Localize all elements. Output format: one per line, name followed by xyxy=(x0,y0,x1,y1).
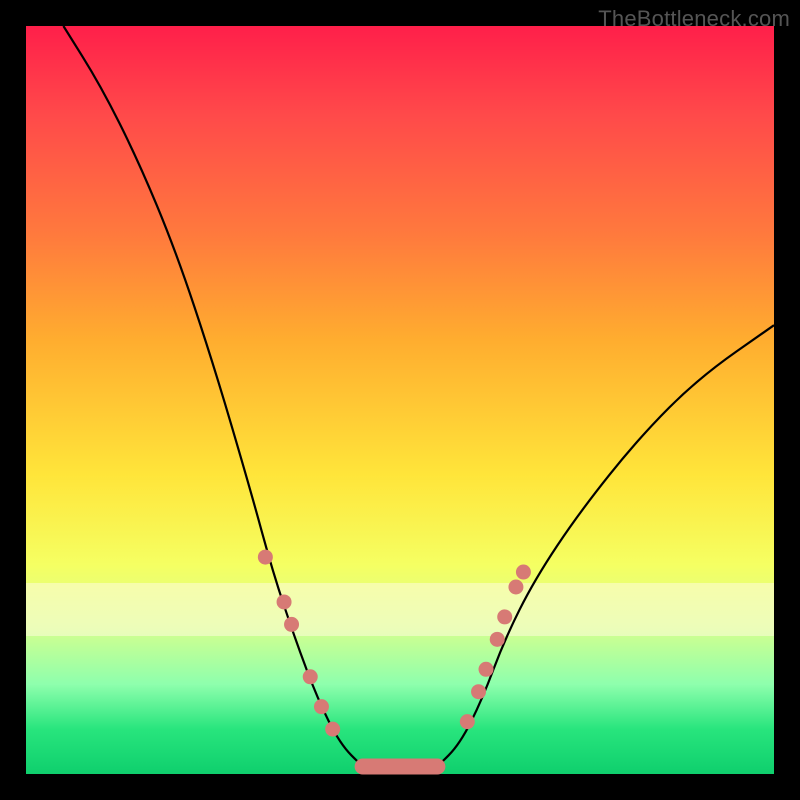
dots-right xyxy=(460,565,531,730)
right-curve xyxy=(437,325,774,766)
chart-frame: TheBottleneck.com xyxy=(0,0,800,800)
data-dot xyxy=(325,722,340,737)
data-dot xyxy=(284,617,299,632)
data-dot xyxy=(497,609,512,624)
plot-area xyxy=(26,26,774,774)
data-dot xyxy=(471,684,486,699)
data-dot xyxy=(490,632,505,647)
data-dot xyxy=(508,580,523,595)
data-dot xyxy=(277,594,292,609)
data-dot xyxy=(516,565,531,580)
data-dot xyxy=(258,550,273,565)
dots-left xyxy=(258,550,340,737)
data-dot xyxy=(460,714,475,729)
data-dot xyxy=(303,669,318,684)
left-curve xyxy=(63,26,362,767)
chart-overlay xyxy=(26,26,774,774)
data-dot xyxy=(479,662,494,677)
data-dot xyxy=(314,699,329,714)
